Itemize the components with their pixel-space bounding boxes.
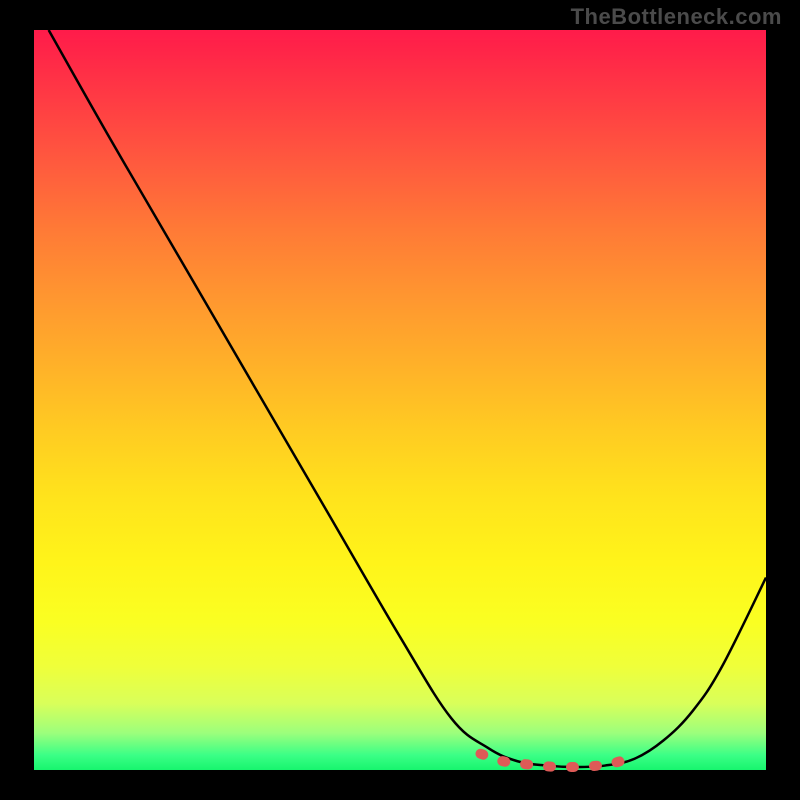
watermark-text: TheBottleneck.com — [571, 4, 782, 30]
chart-plot-area — [34, 30, 766, 770]
bottleneck-curve — [49, 30, 766, 767]
chart-svg — [34, 30, 766, 770]
